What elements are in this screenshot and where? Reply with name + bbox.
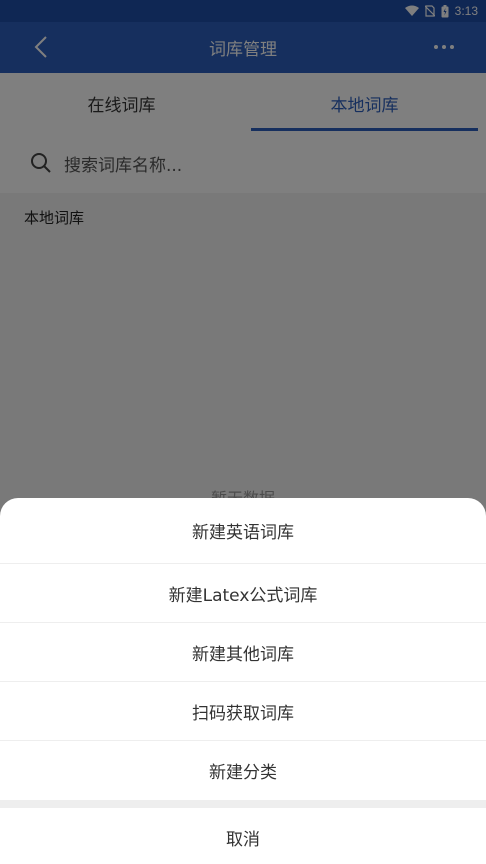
scan-qr-library-option[interactable]: 扫码获取词库 [0, 682, 486, 741]
new-english-library-option[interactable]: 新建英语词库 [0, 498, 486, 564]
new-latex-library-option[interactable]: 新建Latex公式词库 [0, 564, 486, 623]
sheet-divider [0, 800, 486, 808]
action-sheet: 新建英语词库 新建Latex公式词库 新建其他词库 扫码获取词库 新建分类 取消 [0, 498, 486, 864]
new-category-option[interactable]: 新建分类 [0, 741, 486, 800]
cancel-button[interactable]: 取消 [0, 808, 486, 864]
new-other-library-option[interactable]: 新建其他词库 [0, 623, 486, 682]
